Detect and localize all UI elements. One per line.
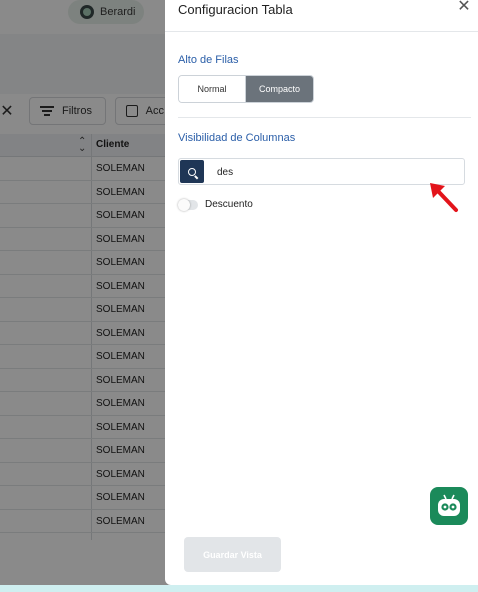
search-icon: [188, 167, 196, 176]
close-icon[interactable]: ✕: [456, 0, 472, 15]
robot-assistant-icon[interactable]: [430, 487, 468, 525]
section-divider: [178, 117, 471, 118]
header-divider: [165, 31, 478, 32]
column-search-input[interactable]: [217, 163, 437, 181]
robot-face-icon: [438, 494, 460, 516]
row-height-compact-button[interactable]: Compacto: [246, 76, 313, 102]
search-button[interactable]: [180, 160, 204, 183]
row-height-normal-button[interactable]: Normal: [179, 76, 246, 102]
table-config-panel: Configuracion Tabla ✕ Alto de Filas Norm…: [165, 0, 478, 585]
annotation-arrow-icon: [430, 183, 458, 212]
column-toggle-row: Descuento: [178, 198, 253, 211]
save-view-button[interactable]: Guardar Vista: [184, 537, 281, 572]
row-height-label: Alto de Filas: [178, 54, 239, 66]
descuento-visibility-switch[interactable]: [178, 198, 198, 211]
row-height-toggle: Normal Compacto: [178, 75, 314, 103]
column-visibility-label: Visibilidad de Columnas: [178, 132, 296, 144]
panel-title: Configuracion Tabla: [178, 2, 293, 17]
column-search-field: [178, 158, 465, 185]
descuento-column-label: Descuento: [205, 199, 253, 210]
